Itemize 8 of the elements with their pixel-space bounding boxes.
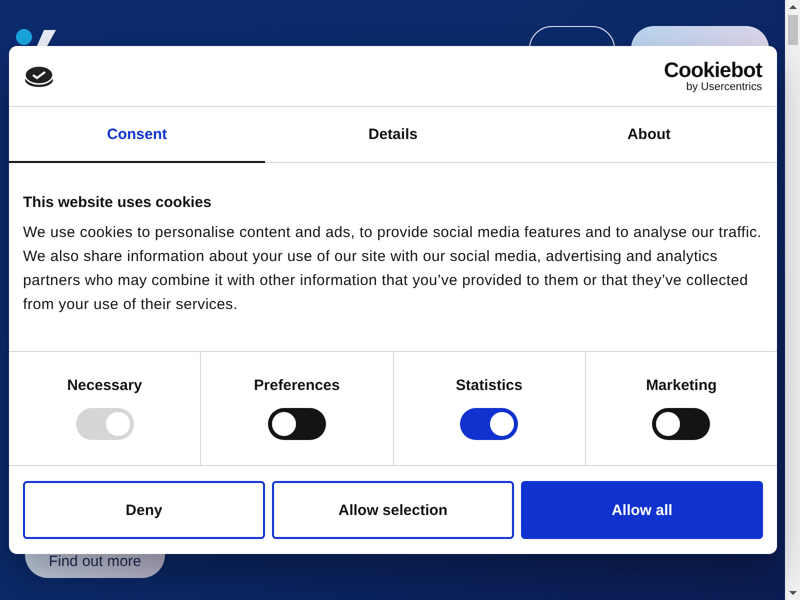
dialog-text: We use cookies to personalise content and ads, to provide social media features and to analyse our traffic. We also share information about your use of our site with our social media, advertising and analytics partners who may combine it with other information that you’ve provided to them or that they’ve collected from your use of their services. — [23, 223, 763, 315]
dialog-heading: This website uses cookies — [23, 194, 212, 211]
category-label: Necessary — [67, 377, 142, 394]
brand-subtitle: by Usercentrics — [686, 82, 762, 92]
brand-name: Cookiebot — [664, 60, 762, 80]
category-label: Marketing — [646, 377, 717, 394]
category-label: Preferences — [254, 377, 340, 394]
category-label: Statistics — [456, 377, 522, 394]
